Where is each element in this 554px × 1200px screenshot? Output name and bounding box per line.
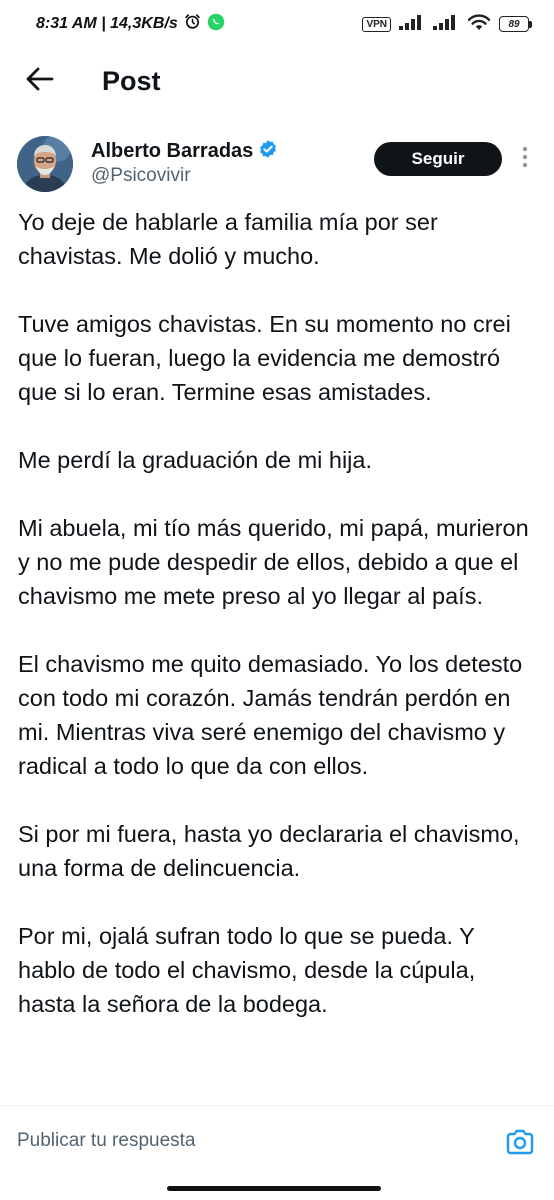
- post-author-row: Alberto Barradas @Psicovivir Seguir: [0, 134, 554, 194]
- alarm-icon: [184, 13, 201, 35]
- post-paragraph: Mi abuela, mi tío más querido, mi papá, …: [18, 515, 529, 609]
- home-indicator[interactable]: [167, 1186, 381, 1191]
- battery-tip: [529, 20, 532, 28]
- status-left: 8:31 AM | 14,3KB/s: [36, 13, 225, 36]
- status-bar: 8:31 AM | 14,3KB/s VPN 89: [0, 0, 554, 48]
- post-text: Yo deje de hablarle a familia mía por se…: [18, 205, 538, 1105]
- reply-bar: [0, 1105, 554, 1186]
- author-name-line: Alberto Barradas: [91, 139, 278, 164]
- arrow-left-icon: [26, 67, 54, 96]
- post-paragraph: Por mi, ojalá sufran todo lo que se pued…: [18, 923, 476, 1017]
- wifi-icon: [467, 13, 491, 36]
- battery-icon: 89: [499, 16, 532, 32]
- back-button[interactable]: [20, 61, 60, 101]
- whatsapp-icon: [207, 13, 225, 36]
- verified-badge-icon: [258, 139, 278, 164]
- camera-button[interactable]: [505, 1128, 535, 1156]
- reply-input[interactable]: [17, 1130, 477, 1152]
- post-paragraph: Tuve amigos chavistas. En su momento no …: [18, 311, 511, 405]
- camera-icon: [505, 1129, 535, 1160]
- post-paragraph: El chavismo me quito demasiado. Yo los d…: [18, 651, 523, 779]
- signal-icon: [399, 14, 425, 35]
- author-name[interactable]: Alberto Barradas: [91, 140, 253, 163]
- page-title: Post: [102, 65, 161, 96]
- author-handle[interactable]: @Psicovivir: [91, 165, 191, 187]
- post-paragraph: Me perdí la graduación de mi hija.: [18, 447, 373, 473]
- vpn-badge: VPN: [362, 16, 391, 32]
- battery-level: 89: [499, 16, 529, 32]
- more-options-button[interactable]: [516, 146, 534, 172]
- signal-icon: [433, 14, 459, 35]
- avatar[interactable]: [17, 136, 73, 192]
- more-vertical-icon: [522, 146, 528, 173]
- post-paragraph: Yo deje de hablarle a familia mía por se…: [18, 209, 438, 269]
- follow-button[interactable]: Seguir: [374, 142, 502, 176]
- status-right: VPN 89: [362, 13, 532, 36]
- top-app-bar: Post: [0, 48, 554, 114]
- status-time-speed: 8:31 AM | 14,3KB/s: [36, 15, 178, 32]
- post-paragraph: Si por mi fuera, hasta yo declararia el …: [18, 821, 520, 881]
